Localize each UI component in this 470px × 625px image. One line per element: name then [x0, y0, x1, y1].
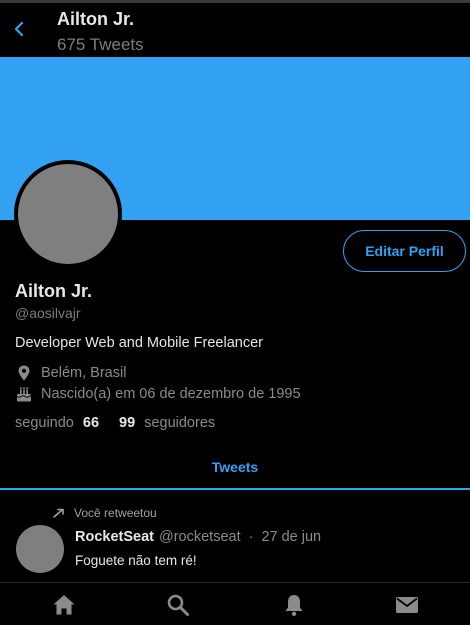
cake-icon: [16, 387, 32, 402]
header-tweet-count: 675 Tweets: [57, 35, 144, 54]
chevron-left-icon[interactable]: [12, 20, 26, 38]
location-pin-icon: [18, 365, 30, 381]
edit-profile-button[interactable]: Editar Perfil: [343, 230, 466, 272]
notifications-bell-icon[interactable]: [280, 592, 308, 618]
avatar[interactable]: [14, 160, 122, 268]
follow-stats: seguindo 66 99 seguidores: [15, 415, 235, 431]
tweet-author-name[interactable]: RocketSeat: [75, 529, 154, 545]
profile-location: Belém, Brasil: [15, 364, 126, 382]
following-link[interactable]: seguindo 66: [15, 415, 99, 431]
search-icon[interactable]: [164, 592, 192, 618]
location-text: Belém, Brasil: [41, 365, 127, 381]
retweet-icon: [53, 508, 64, 518]
profile-bio: Developer Web and Mobile Freelancer: [15, 335, 263, 351]
birthdate-text: Nascido(a) em 06 de dezembro de 1995: [41, 386, 301, 402]
retweet-note-text: Você retweetou: [74, 506, 157, 520]
tweet-author-avatar[interactable]: [16, 525, 64, 573]
tab-tweets-label: Tweets: [211, 459, 259, 475]
profile-birthdate: Nascido(a) em 06 de dezembro de 1995: [15, 385, 301, 403]
tweet-date[interactable]: 27 de jun: [261, 529, 321, 545]
header-profile-name: Ailton Jr.: [57, 9, 135, 29]
active-tab-indicator: [0, 488, 470, 490]
profile-name: Ailton Jr.: [15, 281, 93, 301]
bottom-navigation: [0, 582, 470, 625]
messages-envelope-icon[interactable]: [393, 592, 421, 618]
profile-handle: @aosilvajr: [15, 305, 81, 321]
tweet-author-handle[interactable]: @rocketseat: [159, 529, 241, 545]
following-label: seguindo: [15, 415, 74, 431]
home-icon[interactable]: [50, 592, 78, 618]
tweet-separator: ·: [248, 529, 254, 545]
tweet-text: Foguete não tem ré!: [75, 553, 197, 568]
tweet-header: RocketSeat @rocketseat · 27 de jun: [75, 529, 321, 545]
followers-label: seguidores: [144, 415, 216, 431]
tab-tweets[interactable]: Tweets: [0, 444, 470, 490]
profile-header: Ailton Jr. 675 Tweets: [0, 3, 470, 57]
followers-link[interactable]: 99 seguidores: [119, 415, 215, 431]
following-count: 66: [82, 415, 100, 431]
followers-count: 99: [119, 415, 136, 431]
retweet-note: Você retweetou: [52, 506, 157, 520]
